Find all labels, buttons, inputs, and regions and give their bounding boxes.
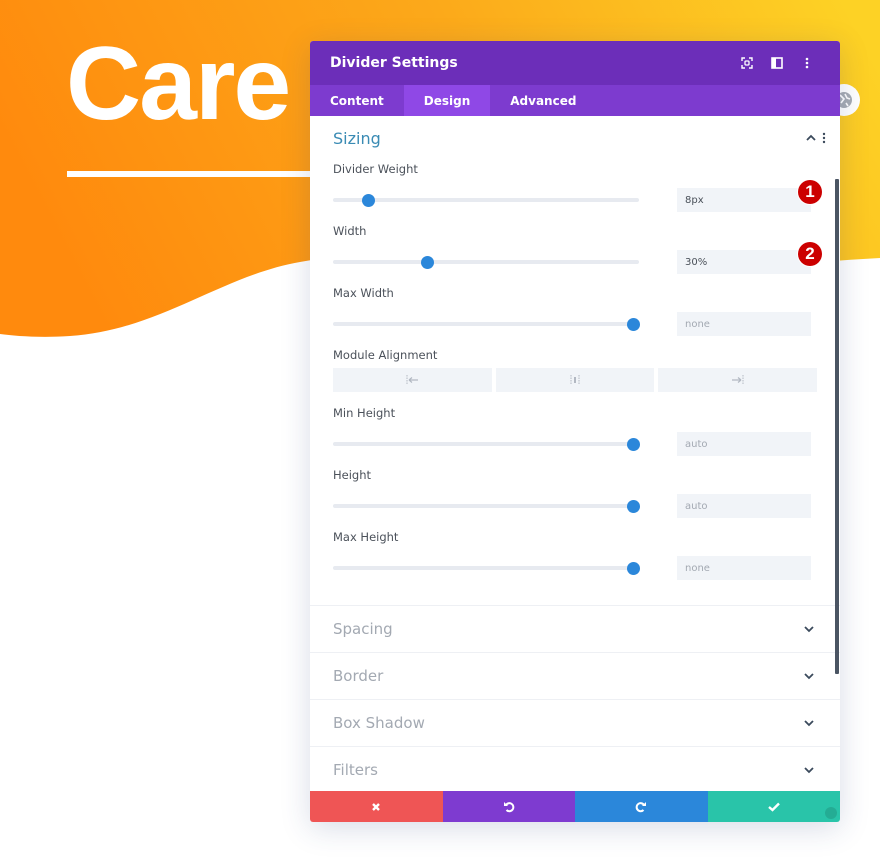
- chevron-down-icon: [804, 673, 814, 680]
- slider-track[interactable]: [333, 198, 639, 202]
- chevron-up-icon[interactable]: [806, 134, 816, 142]
- slider-track[interactable]: [333, 260, 639, 264]
- discard-icon: [372, 802, 381, 811]
- more-vertical-icon: [805, 57, 809, 69]
- max-height-slider[interactable]: [333, 560, 640, 576]
- modal-title: Divider Settings: [330, 55, 458, 71]
- slider-track[interactable]: [333, 504, 639, 508]
- align-right-button[interactable]: [658, 368, 818, 392]
- chevron-down-icon: [804, 767, 814, 774]
- height-input[interactable]: auto: [677, 494, 811, 518]
- field-min-height: Min Height auto: [310, 404, 840, 466]
- save-button[interactable]: [707, 791, 840, 822]
- divider-settings-modal: Divider Settings Content Design Advanced…: [310, 41, 840, 822]
- redo-icon: [635, 801, 647, 812]
- sizing-section-title: Sizing: [333, 128, 381, 148]
- focus-mode-button[interactable]: [734, 50, 760, 76]
- field-label: Width: [333, 224, 367, 238]
- settings-tabs: Content Design Advanced: [310, 85, 840, 116]
- section-border[interactable]: Border: [310, 652, 840, 699]
- field-divider-weight: Divider Weight 8px 1: [310, 160, 840, 222]
- check-icon: [767, 802, 780, 812]
- align-center-button[interactable]: [495, 368, 655, 392]
- hero-title: Care: [66, 26, 291, 142]
- min-height-slider[interactable]: [333, 436, 640, 452]
- slider-handle[interactable]: [421, 256, 435, 269]
- width-input[interactable]: 30%: [677, 250, 811, 274]
- align-right-icon: [731, 375, 744, 385]
- section-title: Filters: [333, 761, 378, 779]
- chevron-down-icon: [804, 626, 814, 633]
- scrollbar[interactable]: [835, 179, 839, 674]
- annotation-badge-1: 1: [798, 180, 822, 204]
- discard-button[interactable]: [310, 791, 443, 822]
- slider-handle[interactable]: [627, 318, 640, 331]
- slider-track[interactable]: [333, 566, 639, 570]
- section-spacing[interactable]: Spacing: [310, 605, 840, 652]
- sizing-section-header[interactable]: Sizing: [310, 116, 840, 160]
- modal-header: Divider Settings: [310, 41, 840, 85]
- settings-body: Sizing Divider Weight 8px 1 Width 30% 2 …: [310, 116, 840, 792]
- tab-advanced[interactable]: Advanced: [490, 85, 596, 116]
- align-left-button[interactable]: [333, 368, 492, 392]
- chevron-down-icon: [804, 720, 814, 727]
- modal-footer: [310, 791, 840, 822]
- section-more-vertical-icon[interactable]: [822, 132, 826, 144]
- field-label: Max Width: [333, 286, 394, 300]
- field-label: Module Alignment: [333, 348, 438, 362]
- field-max-height: Max Height none: [310, 528, 840, 590]
- align-left-icon: [406, 375, 419, 385]
- align-center-icon: [570, 375, 580, 385]
- slider-handle[interactable]: [627, 562, 640, 575]
- split-view-icon: [771, 57, 783, 69]
- field-label: Height: [333, 468, 372, 482]
- slider-handle[interactable]: [627, 438, 640, 451]
- section-filters[interactable]: Filters: [310, 746, 840, 792]
- max-width-input[interactable]: none: [677, 312, 811, 336]
- tab-design[interactable]: Design: [403, 85, 491, 116]
- field-max-width: Max Width none: [310, 284, 840, 346]
- resize-handle[interactable]: [825, 807, 837, 819]
- hero-divider-line: [67, 171, 327, 177]
- height-slider[interactable]: [333, 498, 640, 514]
- section-title: Border: [333, 667, 384, 685]
- redo-button[interactable]: [575, 791, 708, 822]
- divider-weight-slider[interactable]: [333, 192, 639, 208]
- tab-content[interactable]: Content: [310, 85, 404, 116]
- field-label: Divider Weight: [333, 162, 418, 176]
- slider-track[interactable]: [333, 442, 639, 446]
- undo-button[interactable]: [442, 791, 575, 822]
- more-options-button[interactable]: [794, 50, 820, 76]
- section-box-shadow[interactable]: Box Shadow: [310, 699, 840, 746]
- field-module-alignment: Module Alignment: [310, 346, 840, 392]
- max-width-slider[interactable]: [333, 316, 640, 332]
- divider-weight-input[interactable]: 8px: [677, 188, 811, 212]
- split-view-button[interactable]: [764, 50, 790, 76]
- annotation-badge-2: 2: [798, 242, 822, 266]
- max-height-input[interactable]: none: [677, 556, 811, 580]
- undo-icon: [503, 801, 515, 812]
- section-title: Spacing: [333, 620, 393, 638]
- section-title: Box Shadow: [333, 714, 425, 732]
- field-height: Height auto: [310, 466, 840, 528]
- min-height-input[interactable]: auto: [677, 432, 811, 456]
- field-label: Min Height: [333, 406, 396, 420]
- field-width: Width 30% 2: [310, 222, 840, 284]
- slider-handle[interactable]: [627, 500, 640, 513]
- slider-track[interactable]: [333, 322, 639, 326]
- slider-handle[interactable]: [362, 194, 376, 207]
- field-label: Max Height: [333, 530, 399, 544]
- focus-icon: [741, 57, 753, 69]
- width-slider[interactable]: [333, 254, 639, 270]
